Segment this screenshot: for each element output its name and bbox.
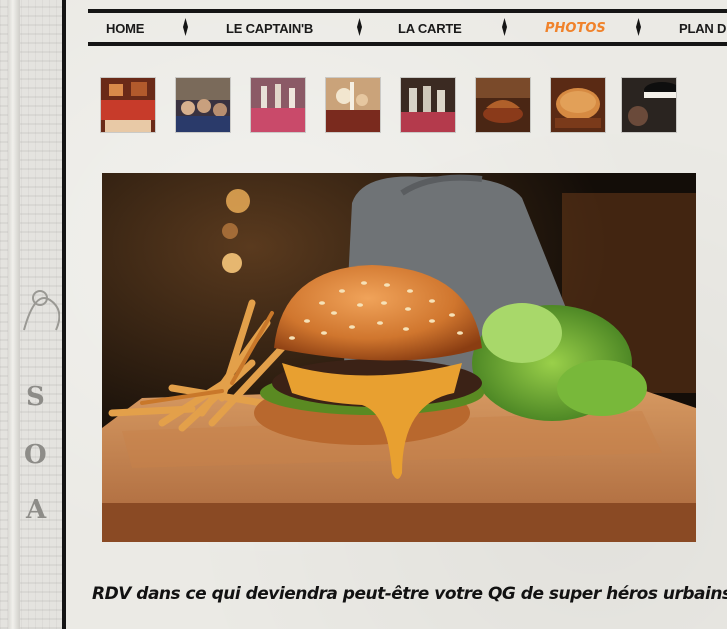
nav-separator bbox=[502, 18, 507, 36]
gallery-thumbnail[interactable] bbox=[622, 78, 680, 132]
strip-decor-letter: S bbox=[26, 382, 45, 412]
main-nav: HOME LE CAPTAIN'B LA CARTE PHOTOS PLAN D bbox=[88, 9, 727, 46]
nav-la-carte[interactable]: LA CARTE bbox=[398, 21, 462, 36]
strip-decor-letter: A bbox=[26, 495, 47, 525]
gallery-thumbnail[interactable] bbox=[326, 78, 380, 132]
gallery-thumbnail[interactable] bbox=[176, 78, 230, 132]
gallery-thumbnail[interactable] bbox=[551, 78, 605, 132]
strip-sketch-icon bbox=[23, 290, 60, 331]
content-area: HOME LE CAPTAIN'B LA CARTE PHOTOS PLAN D bbox=[66, 0, 727, 629]
strip-decor-letter: O bbox=[24, 440, 47, 470]
main-photo bbox=[102, 173, 696, 542]
nav-home[interactable]: HOME bbox=[106, 21, 144, 36]
nav-plan[interactable]: PLAN D bbox=[679, 21, 726, 36]
comic-paper-strip: S O A bbox=[0, 0, 62, 629]
strip-edge bbox=[8, 0, 20, 629]
nav-separator bbox=[636, 18, 641, 36]
photo-caption: RDV dans ce qui deviendra peut-être votr… bbox=[92, 584, 727, 604]
nav-separator bbox=[183, 18, 188, 36]
gallery-thumbnail[interactable] bbox=[401, 78, 455, 132]
gallery-thumbnail[interactable] bbox=[101, 78, 155, 132]
gallery-thumbnail[interactable] bbox=[476, 78, 530, 132]
nav-le-captain-b[interactable]: LE CAPTAIN'B bbox=[226, 21, 313, 36]
nav-photos[interactable]: PHOTOS bbox=[545, 21, 606, 36]
gallery-thumbnail[interactable] bbox=[251, 78, 305, 132]
nav-separator bbox=[357, 18, 362, 36]
